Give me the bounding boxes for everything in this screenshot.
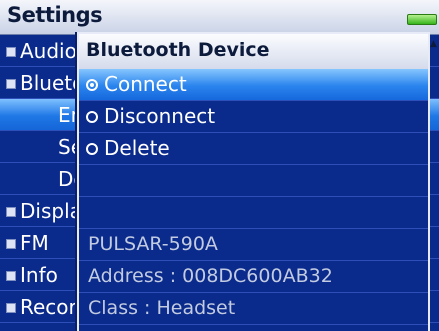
square-bullet-icon [6,239,16,249]
settings-item-label: FM [20,231,49,255]
popup-title: Bluetooth Device [86,39,270,61]
option-label: Connect [104,72,187,96]
device-name-row: PULSAR-590A [79,229,428,261]
square-bullet-icon [6,79,16,89]
device-class-row: Class : Headset [79,293,428,325]
delete-option[interactable]: Delete [79,133,428,165]
connect-option[interactable]: Connect [79,69,428,101]
device-address: Address : 008DC600AB32 [88,265,333,287]
radio-selected-icon [86,79,98,91]
square-bullet-icon [6,47,16,57]
square-bullet-icon [6,271,16,281]
option-label: Delete [104,136,170,160]
empty-row [79,165,428,197]
settings-item-label: Audio [20,39,77,63]
device-address-row: Address : 008DC600AB32 [79,261,428,293]
empty-row [79,197,428,229]
page-title: Settings [7,3,103,27]
option-label: Disconnect [104,104,216,128]
square-bullet-icon [6,303,16,313]
settings-item-label: Info [20,263,58,287]
device-class: Class : Headset [88,297,236,319]
bluetooth-device-popup: Bluetooth Device Connect Disconnect Dele… [77,32,430,331]
square-bullet-icon [6,207,16,217]
settings-header: Settings ▲ [0,0,439,49]
battery-icon [407,14,437,25]
radio-icon [86,143,98,155]
radio-icon [86,111,98,123]
disconnect-option[interactable]: Disconnect [79,101,428,133]
device-name: PULSAR-590A [88,233,218,255]
popup-title-bar: Bluetooth Device [79,34,428,70]
